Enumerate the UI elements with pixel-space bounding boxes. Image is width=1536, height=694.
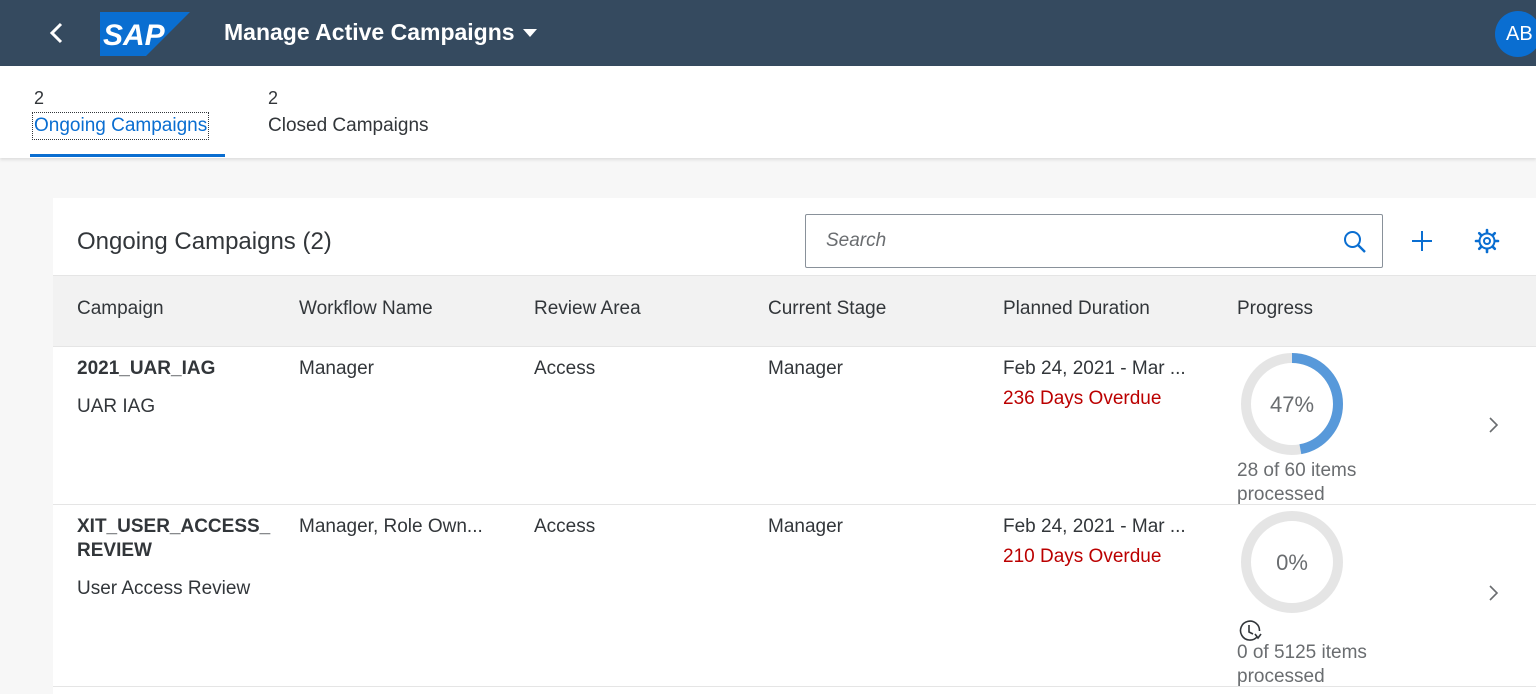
review-area: Access <box>534 516 596 537</box>
planned-duration-cell: Feb 24, 2021 - Mar ... 210 Days Overdue <box>1003 515 1218 569</box>
campaign-id: XIT_USER_ACCESS_REVIEW <box>77 516 271 561</box>
progress-percent: 47% <box>1270 392 1314 417</box>
table-row[interactable]: 2021_UAR_IAG UAR IAG Manager Access Mana… <box>53 347 1536 505</box>
workflow-name: Manager, Role Own... <box>299 516 483 537</box>
campaign-description: UAR IAG <box>77 396 156 417</box>
icon-tab-bar: 2 Ongoing Campaigns 2 Closed Campaigns <box>0 66 1536 158</box>
workflow-name: Manager <box>299 358 374 379</box>
search-icon[interactable] <box>1342 229 1368 255</box>
column-header-current-stage[interactable]: Current Stage <box>768 298 886 320</box>
campaign-description: User Access Review <box>77 578 251 599</box>
progress-cell: 0% 0 of 5125 items processed <box>1237 507 1417 689</box>
campaign-id: 2021_UAR_IAG <box>77 358 216 379</box>
campaigns-table-panel: Ongoing Campaigns (2) Campaign Workflow … <box>53 198 1536 694</box>
campaign-cell: 2021_UAR_IAG UAR IAG <box>77 357 282 419</box>
sap-logo[interactable]: SAP <box>100 12 190 56</box>
user-avatar[interactable]: AB <box>1495 11 1536 57</box>
app-title-menu[interactable]: Manage Active Campaigns <box>224 19 537 46</box>
progress-percent: 0% <box>1276 550 1308 575</box>
table-header: Campaign Workflow Name Review Area Curre… <box>53 275 1536 347</box>
planned-duration: Feb 24, 2021 - Mar ... <box>1003 516 1186 537</box>
planned-duration-cell: Feb 24, 2021 - Mar ... 236 Days Overdue <box>1003 357 1218 411</box>
column-header-progress[interactable]: Progress <box>1237 298 1313 320</box>
caret-down-icon <box>522 28 537 37</box>
chevron-right-icon[interactable] <box>1486 415 1500 435</box>
selected-tab-indicator <box>30 154 225 157</box>
review-area: Access <box>534 358 596 379</box>
tab-ongoing-campaigns[interactable]: 2 Ongoing Campaigns <box>31 88 210 140</box>
search-input[interactable] <box>806 215 1336 267</box>
tab-label: Closed Campaigns <box>268 115 429 136</box>
tab-count: 2 <box>34 88 45 108</box>
search-field <box>805 214 1383 268</box>
column-header-review-area[interactable]: Review Area <box>534 298 641 320</box>
sap-logo-text: SAP <box>103 19 166 52</box>
progress-ring: 0% <box>1241 511 1343 613</box>
tab-closed-campaigns[interactable]: 2 Closed Campaigns <box>268 88 429 138</box>
progress-cell: 47% 28 of 60 items processed <box>1237 349 1417 507</box>
tab-count: 2 <box>268 88 279 108</box>
planned-duration: Feb 24, 2021 - Mar ... <box>1003 358 1186 379</box>
chevron-right-icon[interactable] <box>1486 583 1500 603</box>
column-header-planned-duration[interactable]: Planned Duration <box>1003 298 1150 320</box>
progress-items-text: 28 of 60 items processed <box>1237 460 1357 505</box>
gear-icon[interactable] <box>1473 227 1501 255</box>
current-stage: Manager <box>768 358 843 379</box>
column-header-campaign[interactable]: Campaign <box>77 298 164 320</box>
add-icon[interactable] <box>1408 227 1436 255</box>
overdue-status: 210 Days Overdue <box>1003 546 1162 567</box>
app-title: Manage Active Campaigns <box>224 19 515 45</box>
shell-bar: SAP Manage Active Campaigns AB <box>0 0 1536 66</box>
chevron-left-icon[interactable] <box>44 20 70 46</box>
column-header-workflow-name[interactable]: Workflow Name <box>299 298 433 320</box>
campaign-cell: XIT_USER_ACCESS_REVIEW User Access Revie… <box>77 515 282 601</box>
overdue-status: 236 Days Overdue <box>1003 388 1162 409</box>
current-stage: Manager <box>768 516 843 537</box>
tab-label: Ongoing Campaigns <box>31 112 210 140</box>
table-row[interactable]: XIT_USER_ACCESS_REVIEW User Access Revie… <box>53 505 1536 687</box>
progress-items-text: 0 of 5125 items processed <box>1237 642 1367 687</box>
table-title: Ongoing Campaigns (2) <box>77 228 332 255</box>
progress-ring: 47% <box>1241 353 1343 455</box>
